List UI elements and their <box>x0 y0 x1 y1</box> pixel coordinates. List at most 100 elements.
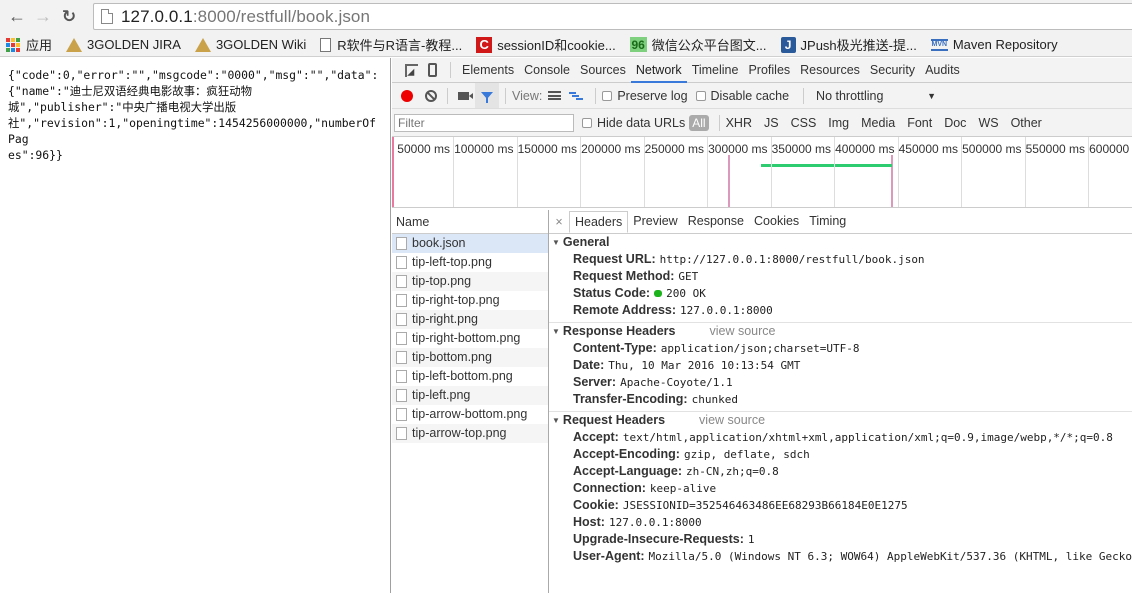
throttling-select[interactable]: No throttling ▼ <box>816 89 936 103</box>
view-source-link[interactable]: view source <box>709 323 775 340</box>
bookmark-wiki[interactable]: 3GOLDEN Wiki <box>194 37 306 52</box>
tab-sources[interactable]: Sources <box>575 58 631 83</box>
detail-tab-preview[interactable]: Preview <box>628 211 682 233</box>
c-icon: C <box>476 36 493 53</box>
filter-type-all[interactable]: All <box>689 114 709 131</box>
name-column-header[interactable]: Name <box>392 210 548 234</box>
tab-security[interactable]: Security <box>865 58 920 83</box>
header-value: 200 OK <box>666 287 706 300</box>
bookmark-maven[interactable]: MVN Maven Repository <box>930 37 1058 52</box>
filter-type-other[interactable]: Other <box>1011 116 1042 130</box>
request-row[interactable]: tip-right-bottom.png <box>392 329 548 348</box>
request-row[interactable]: tip-top.png <box>392 272 548 291</box>
header-key: Transfer-Encoding: <box>573 392 688 406</box>
disable-cache-checkbox[interactable]: Disable cache <box>695 89 789 103</box>
request-name: tip-right.png <box>412 312 479 326</box>
tab-console[interactable]: Console <box>519 58 575 83</box>
camera-icon[interactable] <box>458 91 473 100</box>
filter-type-font[interactable]: Font <box>907 116 932 130</box>
bookmarks-bar: 应用 3GOLDEN JIRA 3GOLDEN Wiki R软件与R语言-教程.… <box>0 33 1132 57</box>
request-row[interactable]: book.json <box>392 234 548 253</box>
96-icon: 96 <box>629 37 647 52</box>
header-row: Status Code: 200 OK <box>549 285 1132 302</box>
image-file-icon <box>396 332 407 345</box>
tab-network[interactable]: Network <box>630 58 687 83</box>
request-row[interactable]: tip-right-top.png <box>392 291 548 310</box>
section-title[interactable]: ▼ Request Headers view source <box>549 412 1132 429</box>
preserve-log-checkbox[interactable]: Preserve log <box>602 89 688 103</box>
bookmark-label: sessionID和cookie... <box>497 38 616 53</box>
devtools-tabs: Elements Console Sources Network Timeline Pro… <box>457 58 965 83</box>
apps-icon <box>6 37 20 52</box>
bookmark-wechat[interactable]: 96 微信公众平台图文... <box>629 35 767 54</box>
divider <box>803 87 805 104</box>
divider <box>718 114 720 131</box>
request-name: tip-right-bottom.png <box>412 331 521 345</box>
section-title[interactable]: ▼ Response Headers view source <box>549 323 1132 340</box>
address-bar[interactable]: 127.0.0.1:8000/restfull/book.json <box>93 3 1132 30</box>
dom-content-loaded-marker <box>392 137 394 207</box>
requests-list: Name book.json tip-left-top.png tip-top.pn… <box>392 210 549 593</box>
header-key: Host: <box>573 515 605 529</box>
detail-tab-headers[interactable]: Headers <box>569 211 629 233</box>
hide-data-urls-checkbox[interactable]: Hide data URLs <box>582 116 685 130</box>
back-button[interactable]: ← <box>4 4 30 30</box>
bookmark-sessionid[interactable]: C sessionID和cookie... <box>476 35 616 54</box>
record-icon[interactable] <box>401 89 413 102</box>
checkbox-box <box>582 117 592 128</box>
url-text: 127.0.0.1:8000/restfull/book.json <box>121 7 370 27</box>
header-key: Accept: <box>573 430 619 444</box>
reload-button[interactable]: ↻ <box>56 4 82 30</box>
request-row[interactable]: tip-right.png <box>392 310 548 329</box>
header-value: http://127.0.0.1:8000/restfull/book.json <box>659 253 925 266</box>
bookmark-apps[interactable]: 应用 <box>6 35 52 54</box>
detail-tab-timing[interactable]: Timing <box>804 211 851 233</box>
timeline-tick-label: 500000 ms <box>962 142 1022 156</box>
tab-timeline[interactable]: Timeline <box>687 58 744 83</box>
tab-resources[interactable]: Resources <box>795 58 865 83</box>
close-icon[interactable]: × <box>549 211 569 233</box>
detail-tab-response[interactable]: Response <box>683 211 749 233</box>
tab-audits[interactable]: Audits <box>920 58 965 83</box>
detail-tab-cookies[interactable]: Cookies <box>749 211 804 233</box>
filter-type-media[interactable]: Media <box>861 116 895 130</box>
bookmark-jpush[interactable]: J JPush极光推送-提... <box>780 35 917 54</box>
header-row: Content-Type: application/json;charset=UT… <box>549 340 1132 357</box>
bookmark-r-tutorial[interactable]: R软件与R语言-教程... <box>320 35 462 54</box>
clear-icon[interactable] <box>425 89 437 102</box>
caret-down-icon: ▼ <box>552 238 560 247</box>
view-source-link[interactable]: view source <box>699 412 765 429</box>
filter-type-doc[interactable]: Doc <box>944 116 966 130</box>
request-row[interactable]: tip-left-top.png <box>392 253 548 272</box>
request-name: tip-arrow-bottom.png <box>412 407 528 421</box>
request-row[interactable]: tip-arrow-bottom.png <box>392 405 548 424</box>
filter-type-ws[interactable]: WS <box>978 116 998 130</box>
timeline-tick-label: 600000 ms <box>1089 142 1132 156</box>
filter-type-xhr[interactable]: XHR <box>726 116 752 130</box>
tab-profiles[interactable]: Profiles <box>743 58 795 83</box>
filter-type-js[interactable]: JS <box>764 116 779 130</box>
header-row: Connection: keep-alive <box>549 480 1132 497</box>
inspect-button[interactable] <box>396 58 420 82</box>
filter-type-img[interactable]: Img <box>828 116 849 130</box>
request-row[interactable]: tip-left-bottom.png <box>392 367 548 386</box>
filter-type-css[interactable]: CSS <box>791 116 817 130</box>
section-title[interactable]: ▼ General <box>549 234 1132 251</box>
bookmark-jira[interactable]: 3GOLDEN JIRA <box>66 37 181 52</box>
request-row[interactable]: tip-left.png <box>392 386 548 405</box>
header-value: zh-CN,zh;q=0.8 <box>686 465 779 478</box>
waterfall-icon[interactable] <box>569 91 584 101</box>
forward-button[interactable]: → <box>30 4 56 30</box>
list-view-icon[interactable] <box>548 91 562 100</box>
request-row[interactable]: tip-arrow-top.png <box>392 424 548 443</box>
image-file-icon <box>396 427 407 440</box>
filter-toggle-button[interactable] <box>475 83 499 108</box>
request-row[interactable]: tip-bottom.png <box>392 348 548 367</box>
device-mode-button[interactable] <box>420 58 444 82</box>
header-row: Upgrade-Insecure-Requests: 1 <box>549 531 1132 548</box>
divider <box>447 87 448 104</box>
tab-elements[interactable]: Elements <box>457 58 519 83</box>
detail-tabs: Headers Preview Response Cookies Timing <box>569 211 851 233</box>
filter-input[interactable] <box>394 113 574 132</box>
timeline-tick-label: 550000 ms <box>1025 142 1085 156</box>
